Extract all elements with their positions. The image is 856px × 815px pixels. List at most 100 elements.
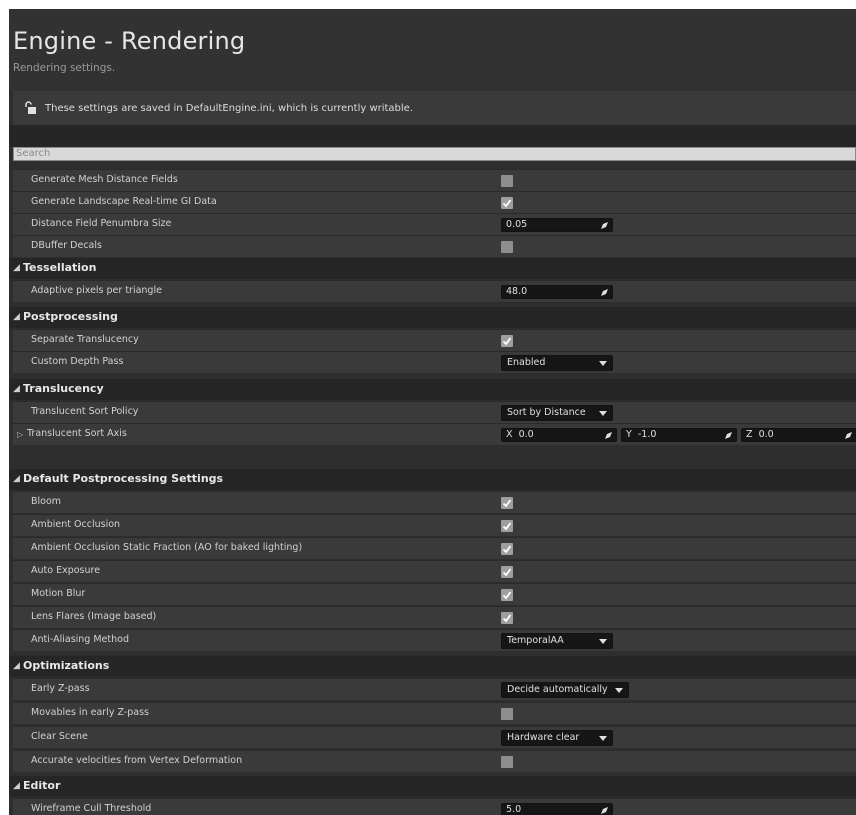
number-field[interactable]: 48.0 [501,285,613,299]
row-lens-flares: Lens Flares (Image based) [13,606,856,628]
category-postprocessing[interactable]: ◢ Postprocessing [9,307,856,328]
checkbox[interactable] [501,520,513,532]
row-dbuffer-decals: DBuffer Decals [13,235,856,257]
expand-arrows-icon [845,432,852,439]
row-bloom: Bloom [13,491,856,513]
row-label: Generate Mesh Distance Fields [31,174,178,185]
checkbox[interactable] [501,197,513,209]
number-field[interactable]: 5.0 [501,803,613,815]
settings-panel: Engine - Rendering Rendering settings. T… [9,9,856,815]
settings-header: Engine - Rendering Rendering settings. [9,9,856,91]
row-label: Movables in early Z-pass [31,707,149,718]
field-value: 0.0 [518,429,534,440]
dropdown-value: Hardware clear [507,732,580,743]
field-value: 5.0 [506,804,522,815]
row-generate-mesh-distance-fields: Generate Mesh Distance Fields [13,169,856,191]
row-label: Adaptive pixels per triangle [31,285,162,296]
search-input[interactable]: Search [13,147,856,161]
row-label: DBuffer Decals [31,240,102,251]
field-value: 0.0 [758,429,774,440]
row-ao-static-fraction: Ambient Occlusion Static Fraction (AO fo… [13,537,856,559]
row-auto-exposure: Auto Exposure [13,560,856,582]
dropdown-value: Sort by Distance [507,407,586,418]
category-label: Postprocessing [23,310,118,323]
row-translucent-sort-axis: ▷ Translucent Sort Axis X 0.0 Y -1.0 Z 0… [13,423,856,445]
chevron-down-icon [599,411,607,416]
checkbox[interactable] [501,612,513,624]
collapse-triangle-icon: ◢ [13,263,20,273]
row-custom-depth-pass: Custom Depth Pass Enabled [13,351,856,373]
checkbox[interactable] [501,543,513,555]
expand-arrows-icon [605,432,612,439]
checkbox[interactable] [501,756,513,768]
dropdown-value: Enabled [507,357,546,368]
row-label: Translucent Sort Policy [31,406,139,417]
expand-arrows-icon [725,432,732,439]
row-generate-landscape-gi: Generate Landscape Real-time GI Data [13,191,856,213]
row-label: Accurate velocities from Vertex Deformat… [31,755,243,766]
collapse-triangle-icon: ◢ [13,661,20,671]
check-icon [502,614,512,623]
row-label: Clear Scene [31,731,88,742]
dropdown[interactable]: Decide automatically [501,682,629,698]
row-label: Motion Blur [31,588,86,599]
check-icon [502,337,512,346]
row-label: Ambient Occlusion [31,519,121,530]
row-motion-blur: Motion Blur [13,583,856,605]
checkbox[interactable] [501,175,513,187]
check-icon [502,591,512,600]
category-translucency[interactable]: ◢ Translucency [9,379,856,400]
row-movables-early-z: Movables in early Z-pass [13,702,856,724]
expand-arrows-icon [601,807,608,814]
check-icon [502,545,512,554]
row-label: Wireframe Cull Threshold [31,803,152,814]
page-title: Engine - Rendering [13,27,246,55]
row-adaptive-pixels: Adaptive pixels per triangle 48.0 [13,280,856,302]
axis-label: X [506,429,513,440]
row-early-z-pass: Early Z-pass Decide automatically [13,678,856,700]
row-distance-field-penumbra: Distance Field Penumbra Size 0.05 [13,213,856,235]
row-label: Bloom [31,496,62,507]
row-label: Translucent Sort Axis [27,428,127,439]
chevron-down-icon [599,639,607,644]
checkbox[interactable] [501,335,513,347]
collapse-triangle-icon: ◢ [13,474,20,484]
category-default-postprocessing[interactable]: ◢ Default Postprocessing Settings [9,469,856,490]
vector-y-field[interactable]: Y -1.0 [621,428,737,442]
config-notice: These settings are saved in DefaultEngin… [13,91,856,125]
dropdown[interactable]: Hardware clear [501,730,613,746]
checkbox[interactable] [501,241,513,253]
collapse-triangle-icon: ◢ [13,384,20,394]
category-label: Tessellation [23,261,97,274]
expand-arrows-icon [601,289,608,296]
category-label: Optimizations [23,659,110,672]
vector-x-field[interactable]: X 0.0 [501,428,617,442]
checkbox[interactable] [501,589,513,601]
checkbox[interactable] [501,708,513,720]
dropdown[interactable]: Sort by Distance [501,405,613,421]
collapse-triangle-icon: ◢ [13,781,20,791]
category-editor[interactable]: ◢ Editor [9,776,856,797]
checkbox[interactable] [501,566,513,578]
checkbox[interactable] [501,497,513,509]
collapse-triangle-icon: ◢ [13,312,20,322]
category-optimizations[interactable]: ◢ Optimizations [9,656,856,677]
row-wireframe-cull-threshold: Wireframe Cull Threshold 5.0 [13,798,856,815]
field-value: 0.05 [506,219,528,230]
row-label: Anti-Aliasing Method [31,634,129,645]
category-label: Editor [23,779,61,792]
dropdown[interactable]: TemporalAA [501,633,613,649]
chevron-down-icon [599,361,607,366]
expand-arrow-icon[interactable]: ▷ [17,430,23,439]
dropdown[interactable]: Enabled [501,355,613,371]
category-label: Translucency [23,382,104,395]
row-ambient-occlusion: Ambient Occlusion [13,514,856,536]
row-accurate-velocities: Accurate velocities from Vertex Deformat… [13,750,856,772]
category-tessellation[interactable]: ◢ Tessellation [9,258,856,279]
number-field[interactable]: 0.05 [501,218,613,232]
page-subtitle: Rendering settings. [13,62,116,74]
row-label: Auto Exposure [31,565,101,576]
field-value: 48.0 [506,286,528,297]
vector-z-field[interactable]: Z 0.0 [741,428,856,442]
row-anti-aliasing-method: Anti-Aliasing Method TemporalAA [13,629,856,651]
